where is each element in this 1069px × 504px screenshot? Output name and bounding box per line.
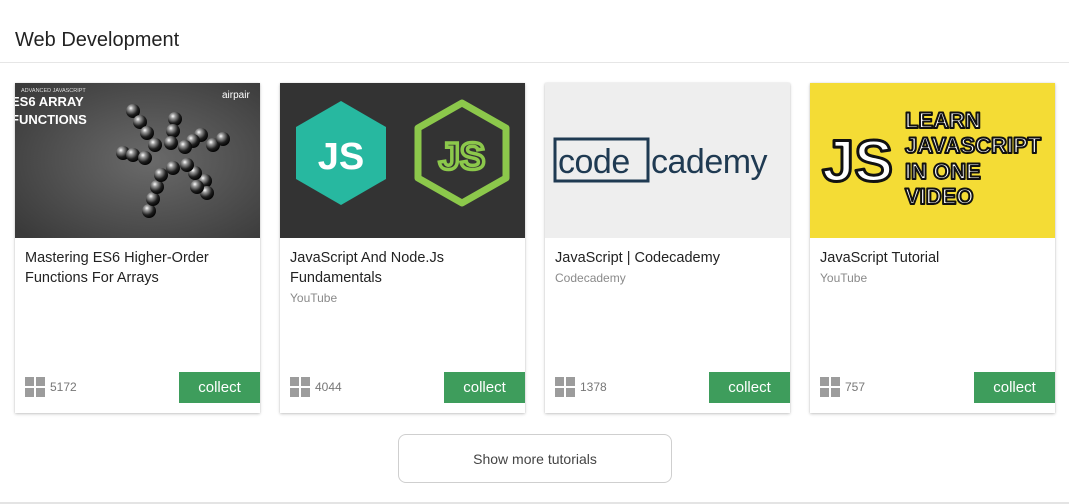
collect-button[interactable]: collect [709, 372, 790, 403]
collect-button[interactable]: collect [974, 372, 1055, 403]
collect-button[interactable]: collect [444, 372, 525, 403]
card-thumbnail[interactable]: JS JS [280, 83, 525, 238]
thumb-line1: LEARN [905, 108, 981, 133]
grid-icon [290, 377, 310, 397]
codecademy-thumbnail-image: code cademy [545, 83, 790, 238]
js-big-logo: JS [822, 129, 893, 194]
card-source: YouTube [820, 271, 868, 285]
js-tutorial-thumbnail-image: JS LEARN JAVASCRIPT IN ONE VIDEO [810, 83, 1055, 238]
collect-count: 757 [820, 377, 865, 397]
card-title[interactable]: JavaScript | Codecademy [555, 248, 780, 268]
thumb-heading-line1: ES6 ARRAY [15, 94, 84, 109]
count-value: 757 [845, 380, 866, 394]
count-value: 5172 [50, 380, 77, 394]
thumb-heading-line2: FUNCTIONS [15, 112, 87, 127]
count-value: 1378 [580, 380, 607, 394]
section-title: Web Development [15, 29, 180, 51]
card-source: YouTube [290, 291, 338, 305]
collect-count: 4044 [290, 377, 342, 397]
grid-icon [555, 377, 575, 397]
card-source: Codecademy [555, 271, 626, 285]
card-thumbnail[interactable]: code cademy [545, 83, 790, 238]
card-title[interactable]: JavaScript And Node.Js Fundamentals [290, 248, 515, 288]
es6-array-thumbnail-image: ADVANCED JAVASCRIPT ES6 ARRAY FUNCTIONS … [15, 83, 260, 238]
collect-count: 5172 [25, 377, 77, 397]
card-title[interactable]: JavaScript Tutorial [820, 248, 1045, 268]
tutorial-card[interactable]: ADVANCED JAVASCRIPT ES6 ARRAY FUNCTIONS … [15, 83, 260, 413]
thumb-line4: VIDEO [905, 184, 973, 209]
grid-icon [25, 377, 45, 397]
js-nodejs-thumbnail-image: JS JS [280, 83, 525, 238]
tutorial-card[interactable]: JS LEARN JAVASCRIPT IN ONE VIDEO JavaScr… [810, 83, 1055, 413]
collect-count: 1378 [555, 377, 607, 397]
js-logo-right-text: JS [439, 136, 485, 178]
card-thumbnail[interactable]: ADVANCED JAVASCRIPT ES6 ARRAY FUNCTIONS … [15, 83, 260, 238]
card-thumbnail[interactable]: JS LEARN JAVASCRIPT IN ONE VIDEO [810, 83, 1055, 238]
tutorial-card[interactable]: code cademy JavaScript | Codecademy Code… [545, 83, 790, 413]
codecademy-logo-part2: cademy [651, 143, 768, 181]
show-more-tutorials-button[interactable]: Show more tutorials [398, 434, 672, 483]
grid-icon [820, 377, 840, 397]
collect-button[interactable]: collect [179, 372, 260, 403]
js-logo-left-text: JS [318, 136, 364, 178]
card-title[interactable]: Mastering ES6 Higher-Order Functions For… [25, 248, 250, 288]
tutorial-card[interactable]: JS JS JavaScript And Node.Js Fundamental… [280, 83, 525, 413]
thumb-line2: JAVASCRIPT [905, 133, 1042, 158]
thumb-brand: airpair [222, 90, 250, 101]
count-value: 4044 [315, 380, 342, 394]
tutorial-card-list: ADVANCED JAVASCRIPT ES6 ARRAY FUNCTIONS … [15, 83, 1060, 413]
thumb-line3: IN ONE [905, 159, 981, 184]
section-divider [0, 62, 1069, 63]
codecademy-logo-part1: code [558, 143, 630, 181]
